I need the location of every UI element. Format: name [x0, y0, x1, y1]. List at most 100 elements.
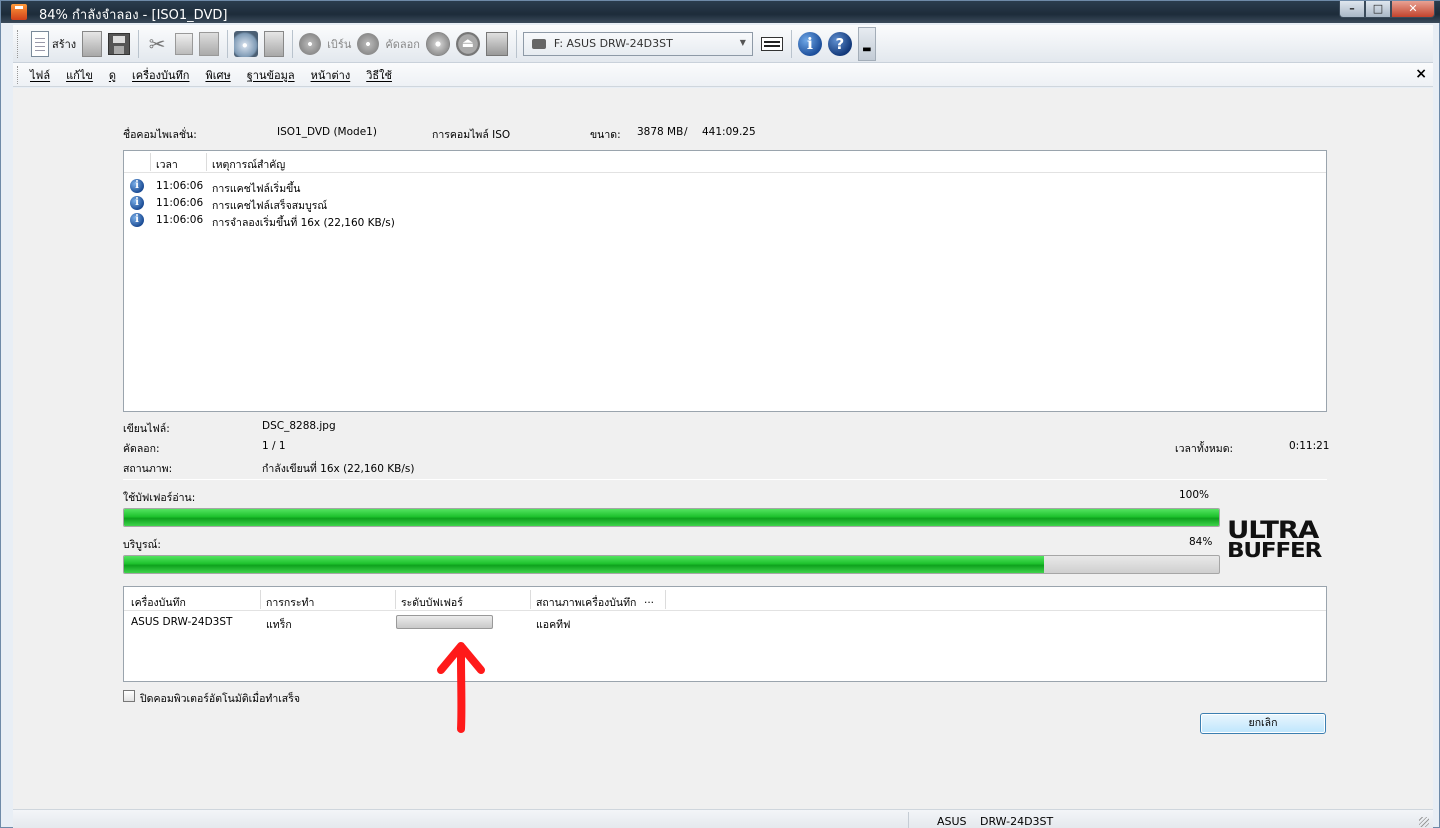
recorder-table[interactable]: เครื่องบันทึก การกระทำ ระดับบัฟเฟอร์ สถา…	[123, 586, 1327, 682]
copy-disc-button[interactable]: คัดลอก	[357, 29, 420, 59]
open-button[interactable]	[82, 29, 103, 59]
log-col-time[interactable]: เวลา	[156, 156, 178, 173]
shutdown-checkbox[interactable]	[123, 690, 135, 702]
copy-count-label: คัดลอก:	[123, 443, 160, 455]
buffer-progress-bar	[123, 508, 1220, 527]
resize-grip[interactable]	[1419, 817, 1429, 827]
chevron-down-icon[interactable]: ▼	[740, 38, 746, 47]
toolbar-separator	[227, 29, 229, 58]
menu-help[interactable]: วิธีใช้	[366, 66, 392, 84]
buffer-usage-percent: 100%	[1179, 489, 1210, 501]
column-separator[interactable]	[395, 590, 396, 609]
disc-info-button[interactable]	[425, 29, 450, 59]
completion-label: บริบูรณ์:	[123, 539, 161, 551]
help-button[interactable]: ?	[827, 29, 852, 59]
toolbar-separator	[292, 29, 294, 58]
column-separator[interactable]	[150, 153, 151, 171]
drive-list-button[interactable]	[760, 29, 783, 59]
paste-button[interactable]	[199, 29, 220, 59]
cancel-button[interactable]: ยกเลิก	[1200, 713, 1326, 734]
size-mb-value: 3878 MB	[637, 126, 684, 138]
logo-line-1: ULTRA	[1227, 516, 1319, 544]
drive-select-value: F: ASUS DRW-24D3ST	[553, 37, 673, 50]
menu-view[interactable]: ดู	[109, 66, 116, 84]
toolbar-overflow-button[interactable]: ▬	[857, 26, 876, 61]
log-time: 11:06:06	[156, 214, 204, 226]
burn-button[interactable]: เบิร์น	[299, 29, 351, 59]
log-row[interactable]: i 11:06:06 การจำลองเริ่มขึ้นที่ 16x (22,…	[124, 212, 1326, 229]
menu-grip[interactable]	[17, 65, 20, 84]
drive-list-icon	[760, 36, 783, 51]
state-value: กำลังเขียนที่ 16x (22,160 KB/s)	[262, 463, 415, 475]
minimize-button[interactable]: –	[1339, 1, 1365, 18]
help-icon: ?	[827, 31, 852, 56]
log-row[interactable]: i 11:06:06 การแคชไฟล์เริ่มขึ้น	[124, 178, 1326, 195]
menu-window[interactable]: หน้าต่าง	[311, 66, 351, 84]
logo-line-2: BUFFER	[1227, 538, 1322, 562]
column-separator[interactable]	[206, 153, 207, 171]
rec-col-more[interactable]: ...	[644, 594, 654, 606]
status-bar: ASUS DRW-24D3ST	[13, 809, 1433, 828]
size-label: ขนาด:	[590, 129, 621, 141]
menu-edit[interactable]: แก้ไข	[66, 66, 93, 84]
rec-col-buffer[interactable]: ระดับบัฟเฟอร์	[401, 594, 463, 611]
eject-button[interactable]: ⏏	[455, 29, 480, 59]
drive-icon	[531, 38, 546, 49]
completion-progress-fill	[124, 556, 1044, 573]
menu-extras[interactable]: พิเศษ	[205, 66, 230, 84]
column-separator[interactable]	[665, 590, 666, 609]
device-icon	[485, 31, 508, 56]
scissors-icon: ✂	[148, 31, 166, 56]
cut-button[interactable]: ✂	[145, 29, 169, 59]
column-separator[interactable]	[530, 590, 531, 609]
status-brand: ASUS	[937, 815, 967, 828]
save-button[interactable]	[108, 29, 131, 59]
log-col-event[interactable]: เหตุการณ์สำคัญ	[212, 156, 285, 173]
rec-col-action[interactable]: การกระทำ	[266, 594, 314, 611]
shutdown-checkbox-label[interactable]: ปิดคอมพิวเตอร์อัตโนมัติเมื่อทำเสร็จ	[140, 690, 300, 707]
info-icon: i	[130, 213, 144, 227]
status-model: DRW-24D3ST	[980, 815, 1054, 828]
nero-burning-window: 84% กำลังจำลอง - [ISO1_DVD] – □ ✕ สร้าง …	[0, 0, 1440, 828]
menu-recorder[interactable]: เครื่องบันทึก	[132, 66, 189, 84]
copy-button[interactable]	[175, 29, 194, 59]
event-log-table[interactable]: เวลา เหตุการณ์สำคัญ i 11:06:06 การแคชไฟล…	[123, 150, 1327, 412]
burn-disc-icon	[299, 32, 322, 55]
eject-icon: ⏏	[455, 31, 480, 56]
drive-select[interactable]: F: ASUS DRW-24D3ST ▼	[522, 31, 753, 56]
toolbar-grip[interactable]	[17, 29, 20, 58]
new-button[interactable]: สร้าง	[28, 29, 76, 59]
about-button[interactable]: i	[797, 29, 822, 59]
close-document-icon[interactable]: ×	[1415, 66, 1427, 82]
window-title: 84% กำลังจำลอง - [ISO1_DVD]	[39, 8, 228, 23]
compilation-properties-button[interactable]	[264, 29, 285, 59]
edit-compilation-button[interactable]	[234, 29, 259, 59]
burn-button-label: เบิร์น	[327, 37, 352, 51]
app-icon[interactable]	[11, 4, 27, 20]
paste-icon	[199, 31, 220, 56]
column-separator[interactable]	[260, 590, 261, 609]
compilation-name-label: ชื่อคอมไพเลชั่น:	[123, 129, 197, 141]
new-document-icon	[31, 30, 49, 57]
new-button-label: สร้าง	[52, 37, 77, 51]
menu-file[interactable]: ไฟล์	[30, 66, 50, 84]
copy-disc-button-label: คัดลอก	[385, 37, 420, 51]
size-time-value: 441:09.25	[702, 126, 756, 138]
copy-icon	[175, 32, 194, 55]
recorder-name: ASUS DRW-24D3ST	[131, 616, 233, 628]
toolbar-separator	[790, 29, 792, 58]
writing-file-label: เขียนไฟล์:	[123, 423, 170, 435]
title-bar[interactable]: 84% กำลังจำลอง - [ISO1_DVD] – □ ✕	[1, 1, 1440, 23]
rec-col-state[interactable]: สถานภาพเครื่องบันทึก	[536, 594, 636, 611]
recorder-state: แอคทีฟ	[536, 619, 571, 631]
erase-button[interactable]	[485, 29, 508, 59]
recorder-row[interactable]: ASUS DRW-24D3ST แทร็ก แอคทีฟ	[124, 611, 1326, 631]
menu-bar: ไฟล์ แก้ไข ดู เครื่องบันทึก พิเศษ ฐานข้อ…	[13, 63, 1433, 87]
rec-col-recorder[interactable]: เครื่องบันทึก	[131, 594, 186, 611]
log-row[interactable]: i 11:06:06 การแคชไฟล์เสร็จสมบูรณ์	[124, 195, 1326, 212]
menu-database[interactable]: ฐานข้อมูล	[247, 66, 295, 84]
ultra-buffer-logo: ULTRA BUFFER	[1227, 518, 1327, 561]
close-button[interactable]: ✕	[1391, 1, 1435, 18]
maximize-button[interactable]: □	[1365, 1, 1391, 18]
recorder-buffer-bar	[396, 615, 493, 629]
